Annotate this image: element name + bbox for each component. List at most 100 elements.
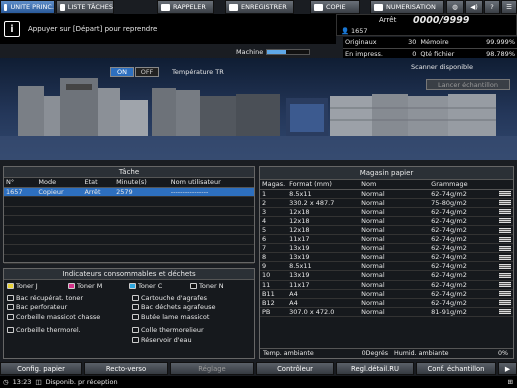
table-row[interactable]: 11 11x17 Normal 62-74g/m2: [260, 280, 513, 290]
stats-panel: Originaux 30 Mémoire 99.999% En impress.…: [343, 37, 517, 60]
cell: 10: [260, 270, 288, 281]
tab-unite-princ[interactable]: UNITE PRINC.: [0, 0, 55, 14]
help-button[interactable]: ?: [484, 0, 500, 14]
cons-label: Bac récupérat. toner: [16, 294, 84, 303]
memoire-label: Mémoire: [418, 37, 472, 49]
globe-button[interactable]: ◍: [446, 0, 464, 14]
table-row[interactable]: 4 12x18 Normal 62-74g/m2: [260, 216, 513, 226]
table-row[interactable]: B12 A4 Normal 62-74g/m2: [260, 298, 513, 308]
tab-enregistrer[interactable]: ENREGISTRER: [225, 0, 294, 14]
ambient-row: Temp. ambiante 0Degrés Humid. ambiante 0…: [260, 348, 513, 358]
machine-progress-fill: [267, 50, 287, 54]
cell: A4: [287, 289, 360, 299]
cell: 12x18: [287, 207, 360, 217]
reglage-button[interactable]: Réglage: [170, 362, 254, 375]
cell: 13x19: [287, 252, 360, 263]
machine-status: Machine: [236, 48, 334, 56]
config-papier-button[interactable]: Config. papier: [0, 362, 82, 375]
regl-detail-ru-button[interactable]: Regl.détail.RU: [336, 362, 414, 375]
table-row[interactable]: 1657 Copieur Arrêt 2579 ----------------: [4, 187, 254, 198]
corbeille-massicot-indicator: Corbeille massicot chasse: [7, 312, 126, 321]
user-icon: 👤: [341, 27, 350, 35]
table-row[interactable]: 5 12x18 Normal 62-74g/m2: [260, 225, 513, 236]
temp-on-button[interactable]: ON: [110, 67, 134, 77]
tab-rappeler[interactable]: RAPPELER: [157, 0, 214, 14]
speaker-button[interactable]: ◀): [465, 0, 483, 14]
tab-numerisation[interactable]: NUMERISATION: [370, 0, 444, 14]
temp-off-button[interactable]: OFF: [135, 67, 159, 77]
cons-label: Toner M: [77, 281, 103, 290]
cell: 1657: [4, 187, 37, 198]
tab-label: NUMERISATION: [386, 3, 436, 11]
bac-perforateur-indicator: Bac perforateur: [7, 303, 126, 312]
corbeille-thermorel-indicator: Corbeille thermorel.: [7, 326, 126, 335]
cell: 12x18: [287, 225, 360, 236]
cell: Normal: [359, 198, 430, 208]
cell: 62-74g/m2: [429, 243, 497, 254]
toner-icon: [129, 282, 136, 289]
table-row[interactable]: 6 11x17 Normal 62-74g/m2: [260, 234, 513, 245]
col-header: Grammage: [429, 180, 497, 190]
paper-level-bar: [499, 191, 511, 197]
clock-icon: ◷: [3, 378, 9, 386]
cons-label: Toner N: [199, 281, 224, 290]
save-icon: [229, 3, 238, 11]
cell: 11x17: [287, 280, 360, 290]
reservoir-eau-indicator: Réservoir d'eau: [132, 335, 251, 344]
staple-icon: [132, 295, 139, 302]
cell: 9: [260, 261, 288, 272]
table-row[interactable]: 8 13x19 Normal 62-74g/m2: [260, 252, 513, 263]
cell: Normal: [359, 252, 430, 263]
toner-icon: [190, 282, 197, 289]
counter-state: Arrêt: [379, 16, 397, 24]
bac-recuperation-indicator: Bac récupérat. toner: [7, 293, 126, 302]
col-header: Minute(s): [114, 178, 169, 188]
col-header: Mode: [36, 178, 83, 188]
table-row[interactable]: 7 13x19 Normal 62-74g/m2: [260, 243, 513, 254]
cell: A4: [287, 298, 360, 308]
cons-label: Toner C: [138, 281, 163, 290]
paper-level-bar: [499, 218, 511, 224]
paper-level-bar: [499, 272, 511, 278]
status-time: 13:23: [12, 378, 32, 386]
paper-level-indicator: [497, 289, 513, 299]
temp-label: Temp. ambiante: [263, 350, 314, 357]
printer-icon: [4, 3, 8, 11]
table-row[interactable]: 1 8.5x11 Normal 62-74g/m2: [260, 189, 513, 199]
table-row[interactable]: 10 13x19 Normal 62-74g/m2: [260, 270, 513, 281]
table-row[interactable]: 9 8.5x11 Normal 62-74g/m2: [260, 261, 513, 272]
paper-level-bar: [499, 300, 511, 306]
info-icon: i: [4, 21, 20, 37]
table-row-empty: [4, 196, 254, 207]
btn-label: Contrôleur: [277, 364, 313, 373]
paper-level-bar: [499, 309, 511, 315]
counter-job: 1657: [351, 27, 368, 35]
lancer-echantillon-button[interactable]: Lancer échantillon: [426, 79, 510, 90]
cell: 62-74g/m2: [429, 189, 497, 199]
status-message: Appuyer sur [Départ] pour reprendre: [28, 25, 158, 33]
cell: 62-74g/m2: [429, 289, 497, 299]
controleur-button[interactable]: Contrôleur: [256, 362, 334, 375]
table-row[interactable]: 2 330.2 x 487.7 Normal 75-80g/m2: [260, 198, 513, 208]
cell: B12: [260, 298, 288, 308]
paper-level-indicator: [497, 252, 513, 263]
toner-icon: [68, 282, 75, 289]
cons-label: Toner J: [16, 281, 38, 290]
tab-label: UNITE PRINC.: [10, 3, 54, 11]
cell: 2579: [114, 187, 169, 198]
recto-verso-button[interactable]: Recto-verso: [84, 362, 168, 375]
menu-button[interactable]: ☰: [501, 0, 517, 14]
magasin-panel: Magasin papier Magas. Format (mm) Nom Gr…: [259, 166, 514, 359]
table-row[interactable]: PB 307.0 x 472.0 Normal 81-91g/m2: [260, 307, 513, 317]
consommables-panel: Indicateurs consommables et déchets Tone…: [3, 268, 255, 359]
tab-copie[interactable]: COPIE: [310, 0, 360, 14]
conf-echantillon-button[interactable]: Conf. échantillon: [416, 362, 496, 375]
paper-level-indicator: [497, 280, 513, 290]
blade-icon: [132, 313, 139, 320]
next-page-button[interactable]: ▶: [498, 362, 517, 375]
table-row[interactable]: 3 12x18 Normal 62-74g/m2: [260, 207, 513, 217]
table-row[interactable]: B11 A4 Normal 62-74g/m2: [260, 289, 513, 299]
menu-icon: ☰: [506, 3, 512, 11]
speaker-icon: ◀): [470, 3, 478, 11]
tab-liste-taches[interactable]: LISTE TÂCHES: [56, 0, 114, 14]
